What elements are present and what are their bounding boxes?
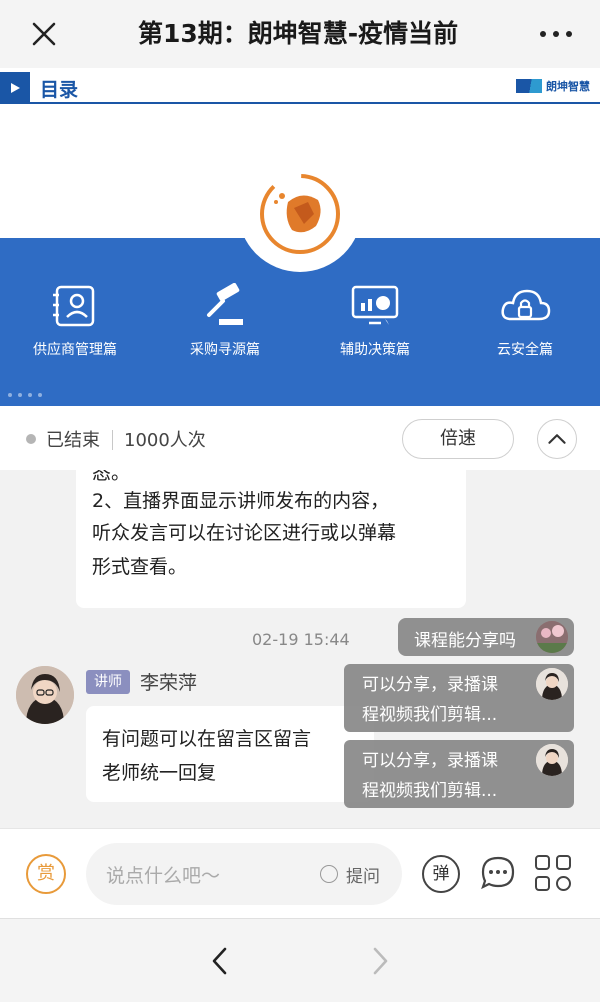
browser-nav bbox=[0, 918, 600, 1002]
feature-label: 云安全篇 bbox=[497, 342, 553, 358]
avatar bbox=[536, 668, 568, 700]
danmaku-text: 可以分享，录播课 bbox=[362, 675, 498, 695]
chart-monitor-icon bbox=[351, 285, 399, 325]
feature-decision[interactable]: 辅助决策篇 bbox=[300, 283, 450, 359]
top-bar: 第13期：朗坤智慧-疫情当前 bbox=[0, 0, 600, 68]
play-triangle-icon bbox=[0, 72, 30, 104]
danmaku-bubble: 可以分享，录播课 程视频我们剪辑... bbox=[344, 664, 574, 732]
brand-mark-icon bbox=[516, 79, 542, 93]
avatar[interactable] bbox=[16, 666, 74, 724]
chevron-up-icon[interactable] bbox=[537, 419, 577, 459]
danmaku-toggle-button[interactable]: 弹 bbox=[422, 855, 460, 893]
feature-row: 供应商管理篇 采购寻源篇 辅助决策篇 云安全篇 bbox=[0, 283, 600, 359]
close-icon[interactable] bbox=[28, 18, 60, 50]
comment-bubble-icon[interactable] bbox=[480, 855, 516, 891]
message-line: 态。 bbox=[92, 470, 131, 484]
danmaku-text: 可以分享，录播课 bbox=[362, 751, 498, 771]
feature-label: 辅助决策篇 bbox=[340, 342, 410, 358]
question-label: 提问 bbox=[346, 867, 380, 887]
live-state: 已结束 bbox=[46, 430, 100, 451]
question-radio[interactable] bbox=[320, 865, 338, 883]
sender-name: 李荣萍 bbox=[140, 672, 198, 694]
message-line: 听众发言可以在讨论区进行或以弹幕 bbox=[92, 522, 397, 544]
cloud-lock-icon bbox=[501, 289, 551, 321]
danmaku-bubble: 可以分享，录播课 程视频我们剪辑... bbox=[344, 740, 574, 808]
comment-input[interactable]: 说点什么吧～ 提问 bbox=[86, 843, 402, 905]
danmaku-text: 程视频我们剪辑... bbox=[362, 781, 498, 801]
chevron-left-icon[interactable] bbox=[206, 945, 234, 977]
feature-label: 采购寻源篇 bbox=[190, 342, 260, 358]
danmaku-bubble: 课程能分享吗 bbox=[398, 618, 574, 656]
input-placeholder: 说点什么吧～ bbox=[106, 865, 221, 887]
danmaku-text: 程视频我们剪辑... bbox=[362, 705, 498, 725]
video-player[interactable]: 目录 朗坤智慧 供应商管理篇 采购寻源篇 辅助决策篇 云安全篇 bbox=[0, 68, 600, 406]
pig-logo-icon bbox=[260, 174, 340, 254]
avatar bbox=[536, 744, 568, 776]
toc-header: 目录 朗坤智慧 bbox=[0, 72, 600, 104]
chevron-right-icon[interactable] bbox=[366, 945, 394, 977]
grid-menu-icon[interactable] bbox=[535, 855, 571, 891]
feature-supplier[interactable]: 供应商管理篇 bbox=[0, 283, 150, 359]
feature-cloud-security[interactable]: 云安全篇 bbox=[450, 283, 600, 359]
message-line: 老师统一回复 bbox=[102, 762, 217, 784]
divider bbox=[112, 430, 113, 450]
toc-label: 目录 bbox=[40, 79, 79, 101]
reward-button[interactable]: 赏 bbox=[26, 854, 66, 894]
more-dots-icon[interactable] bbox=[540, 22, 572, 46]
brand-logo: 朗坤智慧 bbox=[516, 78, 590, 94]
playback-speed-button[interactable]: 倍速 bbox=[402, 419, 514, 459]
chat-message: 有问题可以在留言区留言 老师统一回复 bbox=[86, 706, 374, 802]
role-badge: 讲师 bbox=[86, 670, 130, 694]
status-dot-icon bbox=[26, 434, 36, 444]
page-title: 第13期：朗坤智慧-疫情当前 bbox=[138, 19, 459, 48]
message-timestamp: 02-19 15:44 bbox=[252, 630, 350, 649]
input-bar: 赏 说点什么吧～ 提问 弹 bbox=[0, 828, 600, 918]
brand-text: 朗坤智慧 bbox=[546, 80, 590, 93]
message-line: 2、直播界面显示讲师发布的内容， bbox=[92, 490, 390, 512]
gavel-icon bbox=[207, 283, 243, 325]
slide-dots bbox=[8, 393, 42, 397]
viewer-count: 1000人次 bbox=[124, 430, 206, 451]
live-status-bar: 已结束 1000人次 倍速 bbox=[0, 406, 600, 470]
feature-sourcing[interactable]: 采购寻源篇 bbox=[150, 283, 300, 359]
danmaku-text: 课程能分享吗 bbox=[414, 631, 516, 651]
contact-book-icon bbox=[53, 285, 95, 327]
feature-label: 供应商管理篇 bbox=[33, 342, 117, 358]
chat-area[interactable]: 态。 2、直播界面显示讲师发布的内容， 听众发言可以在讨论区进行或以弹幕 形式查… bbox=[0, 470, 600, 828]
message-line: 有问题可以在留言区留言 bbox=[102, 728, 312, 750]
avatar bbox=[536, 621, 568, 653]
message-line: 形式查看。 bbox=[92, 556, 188, 578]
chat-message: 态。 2、直播界面显示讲师发布的内容， 听众发言可以在讨论区进行或以弹幕 形式查… bbox=[76, 470, 466, 608]
